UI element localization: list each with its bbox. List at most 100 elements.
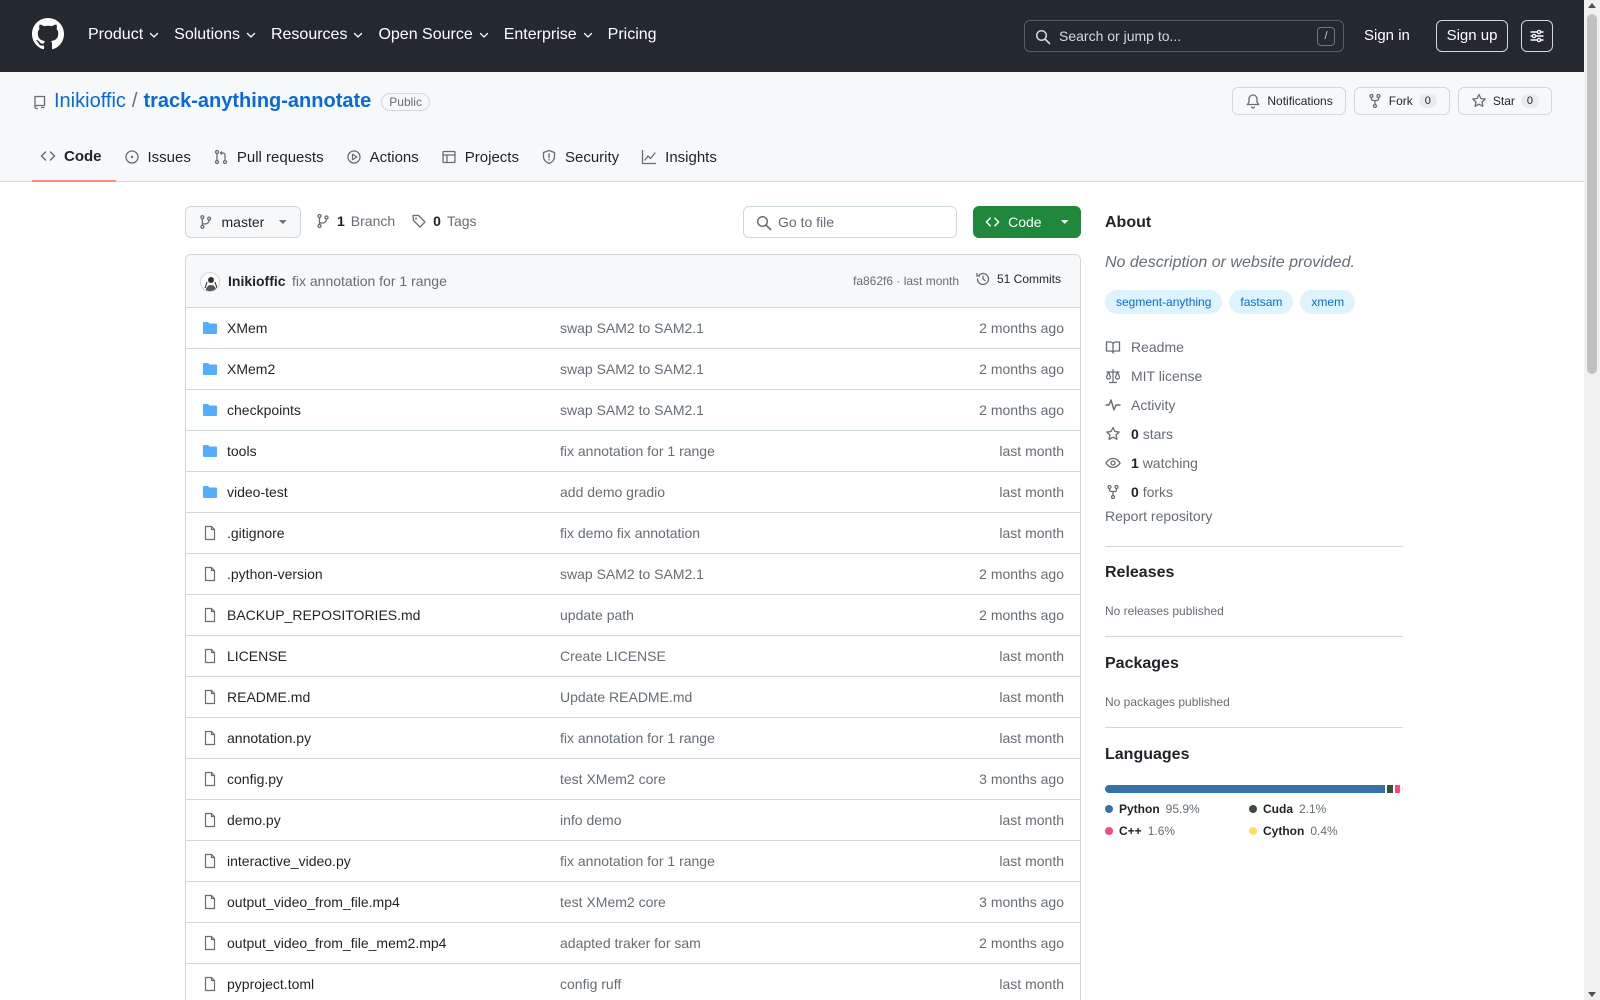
nav-item-resources[interactable]: Resources [271, 22, 374, 48]
fork-button[interactable]: Fork 0 [1353, 87, 1450, 115]
page-scrollbar[interactable] [1584, 0, 1600, 1000]
file-commit-message-link[interactable]: test XMem2 core [560, 894, 666, 910]
tags-link[interactable]: 0 Tags [411, 213, 477, 229]
scrollbar-thumb[interactable] [1587, 14, 1597, 374]
file-commit-message-link[interactable]: info demo [560, 812, 621, 828]
tab-label: Pull requests [236, 148, 324, 166]
code-dropdown-button[interactable]: Code [973, 206, 1081, 238]
file-name-link[interactable]: XMem [227, 320, 267, 336]
file-commit-message-link[interactable]: swap SAM2 to SAM2.1 [560, 566, 704, 582]
about-item-stars[interactable]: 0 stars [1105, 419, 1202, 448]
about-item-forks[interactable]: 0 forks [1105, 477, 1202, 506]
repo-name-link[interactable]: track-anything-annotate [143, 90, 371, 113]
commit-message-link[interactable]: fix annotation for 1 range [292, 273, 447, 289]
tab-actions[interactable]: Actions [338, 136, 433, 182]
file-name-link[interactable]: .gitignore [227, 525, 285, 541]
file-name-link[interactable]: demo.py [227, 812, 281, 828]
search-input[interactable]: Search or jump to... / [1024, 20, 1344, 52]
language-item[interactable]: C++ 1.6% [1105, 824, 1225, 838]
file-name-link[interactable]: tools [227, 443, 257, 459]
file-name-link[interactable]: XMem2 [227, 361, 275, 377]
releases-heading[interactable]: Releases [1105, 564, 1174, 582]
file-icon [204, 689, 216, 705]
menu-button[interactable] [1521, 20, 1553, 52]
about-item-activity[interactable]: Activity [1105, 390, 1202, 419]
nav-item-label: Resources [270, 26, 348, 43]
language-name: Cuda [1263, 802, 1293, 816]
file-name-link[interactable]: LICENSE [227, 648, 287, 664]
file-name-link[interactable]: .python-version [227, 566, 323, 582]
tab-issues[interactable]: Issues [116, 136, 205, 182]
star-button[interactable]: Star 0 [1457, 87, 1552, 115]
report-repository-link[interactable]: Report repository [1105, 508, 1212, 524]
table-row: XMem2 swap SAM2 to SAM2.1 2 months ago [186, 349, 1080, 390]
language-color-dot [1105, 805, 1113, 813]
file-name-link[interactable]: annotation.py [227, 730, 311, 746]
repo-owner-link[interactable]: Inikioffic [54, 90, 126, 113]
packages-heading[interactable]: Packages [1105, 655, 1179, 673]
branch-selector-button[interactable]: master [185, 206, 301, 238]
file-name-link[interactable]: checkpoints [227, 402, 301, 418]
star-label: Star [1492, 94, 1515, 108]
avatar[interactable] [200, 272, 220, 292]
tab-code[interactable]: Code [32, 136, 116, 182]
about-item-readme[interactable]: Readme [1105, 332, 1202, 361]
file-commit-message-link[interactable]: test XMem2 core [560, 771, 666, 787]
file-name-link[interactable]: output_video_from_file.mp4 [227, 894, 400, 910]
file-name-link[interactable]: README.md [227, 689, 310, 705]
file-commit-message-link[interactable]: update path [560, 607, 634, 623]
file-commit-message-link[interactable]: fix annotation for 1 range [560, 730, 715, 746]
nav-item-enterprise[interactable]: Enterprise [504, 22, 604, 48]
file-commit-message-link[interactable]: add demo gradio [560, 484, 665, 500]
branches-link[interactable]: 1 Branch [315, 213, 395, 229]
file-commit-message-link[interactable]: swap SAM2 to SAM2.1 [560, 320, 704, 336]
nav-item-solutions[interactable]: Solutions [174, 22, 267, 48]
commit-hash-time[interactable]: fa862f6 · last month [853, 274, 959, 288]
language-item[interactable]: Cython 0.4% [1249, 824, 1338, 838]
repo-separator: / [131, 90, 138, 112]
about-item-watching[interactable]: 1 watching [1105, 448, 1202, 477]
github-logo-icon[interactable] [32, 18, 64, 50]
go-to-file-input[interactable]: Go to file [743, 206, 957, 238]
sign-up-button[interactable]: Sign up [1436, 20, 1508, 52]
tab-pull-requests[interactable]: Pull requests [205, 136, 338, 182]
file-commit-message-link[interactable]: fix annotation for 1 range [560, 853, 715, 869]
notifications-button[interactable]: Notifications [1232, 87, 1346, 115]
language-item[interactable]: Python 95.9% [1105, 802, 1225, 816]
file-name-link[interactable]: pyproject.toml [227, 976, 314, 992]
tab-label: Insights [665, 148, 717, 166]
file-commit-message-link[interactable]: Update README.md [560, 689, 692, 705]
topic-tag[interactable]: fastsam [1229, 290, 1294, 314]
file-name-link[interactable]: output_video_from_file_mem2.mp4 [227, 935, 446, 951]
nav-item-open-source[interactable]: Open Source [378, 22, 499, 48]
nav-item-product[interactable]: Product [88, 22, 170, 48]
tab-insights[interactable]: Insights [633, 136, 731, 182]
file-name-link[interactable]: config.py [227, 771, 283, 787]
nav-item-pricing[interactable]: Pricing [608, 22, 667, 48]
language-item[interactable]: Cuda 2.1% [1249, 802, 1326, 816]
commits-history-link[interactable]: 51 Commits [975, 271, 1061, 287]
file-name-link[interactable]: video-test [227, 484, 288, 500]
search-icon [1035, 29, 1051, 45]
file-commit-message-link[interactable]: adapted traker for sam [560, 935, 701, 951]
sign-in-link[interactable]: Sign in [1364, 27, 1410, 44]
commit-author-link[interactable]: Inikioffic [228, 273, 286, 289]
file-commit-message-link[interactable]: Create LICENSE [560, 648, 666, 664]
file-name-link[interactable]: BACKUP_REPOSITORIES.md [227, 607, 420, 623]
about-item-mit-license[interactable]: MIT license [1105, 361, 1202, 390]
language-percent: 1.6% [1147, 824, 1176, 838]
file-commit-message-link[interactable]: swap SAM2 to SAM2.1 [560, 402, 704, 418]
file-commit-message-link[interactable]: fix demo fix annotation [560, 525, 700, 541]
topic-tag[interactable]: xmem [1300, 290, 1356, 314]
file-commit-message-link[interactable]: swap SAM2 to SAM2.1 [560, 361, 704, 377]
topic-tag[interactable]: segment-anything [1105, 290, 1223, 314]
tab-label: Code [64, 147, 102, 165]
tab-security[interactable]: Security [533, 136, 633, 182]
scroll-down-arrow-icon[interactable] [1588, 992, 1596, 997]
file-name-link[interactable]: interactive_video.py [227, 853, 351, 869]
file-commit-message-link[interactable]: fix annotation for 1 range [560, 443, 715, 459]
tab-projects[interactable]: Projects [433, 136, 533, 182]
about-list: Readme MIT license Activity 0 stars 1 watchi… [1105, 332, 1202, 506]
scroll-up-arrow-icon[interactable] [1588, 3, 1596, 8]
file-commit-message-link[interactable]: config ruff [560, 976, 621, 992]
